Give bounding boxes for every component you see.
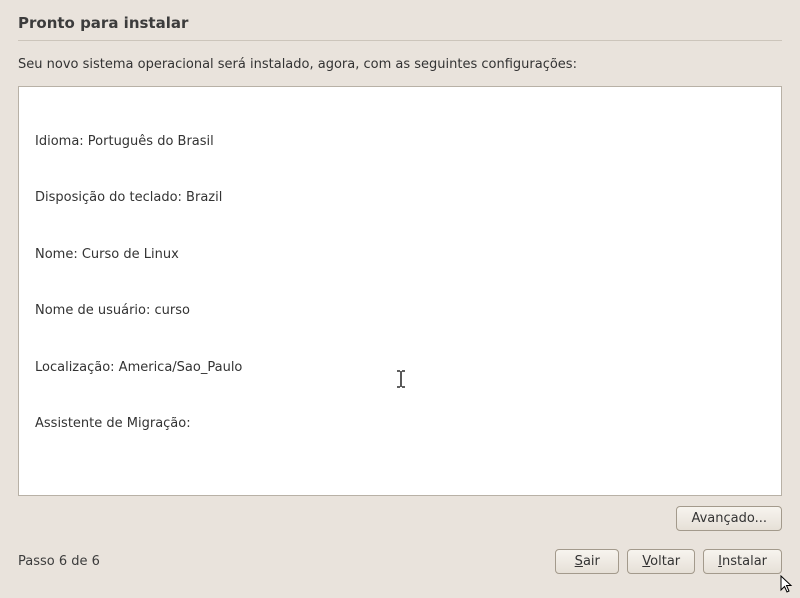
- config-line: Localização: America/Sao_Paulo: [29, 359, 771, 378]
- quit-button[interactable]: Sair: [555, 549, 619, 574]
- page-title: Pronto para instalar: [18, 14, 782, 32]
- advanced-button[interactable]: Avançado...: [676, 506, 782, 531]
- step-indicator: Passo 6 de 6: [18, 554, 100, 569]
- divider: [18, 40, 782, 41]
- config-line: Nome de usuário: curso: [29, 302, 771, 321]
- config-line: Idioma: Português do Brasil: [29, 133, 771, 152]
- config-line: Disposição do teclado: Brazil: [29, 189, 771, 208]
- install-button[interactable]: Instalar: [703, 549, 782, 574]
- config-line: Assistente de Migração:: [29, 415, 771, 434]
- back-button[interactable]: Voltar: [627, 549, 695, 574]
- install-summary: Idioma: Português do Brasil Disposição d…: [18, 86, 782, 496]
- intro-text: Seu novo sistema operacional será instal…: [18, 57, 782, 72]
- footer-buttons: Sair Voltar Instalar: [555, 549, 782, 574]
- config-line: Nome: Curso de Linux: [29, 246, 771, 265]
